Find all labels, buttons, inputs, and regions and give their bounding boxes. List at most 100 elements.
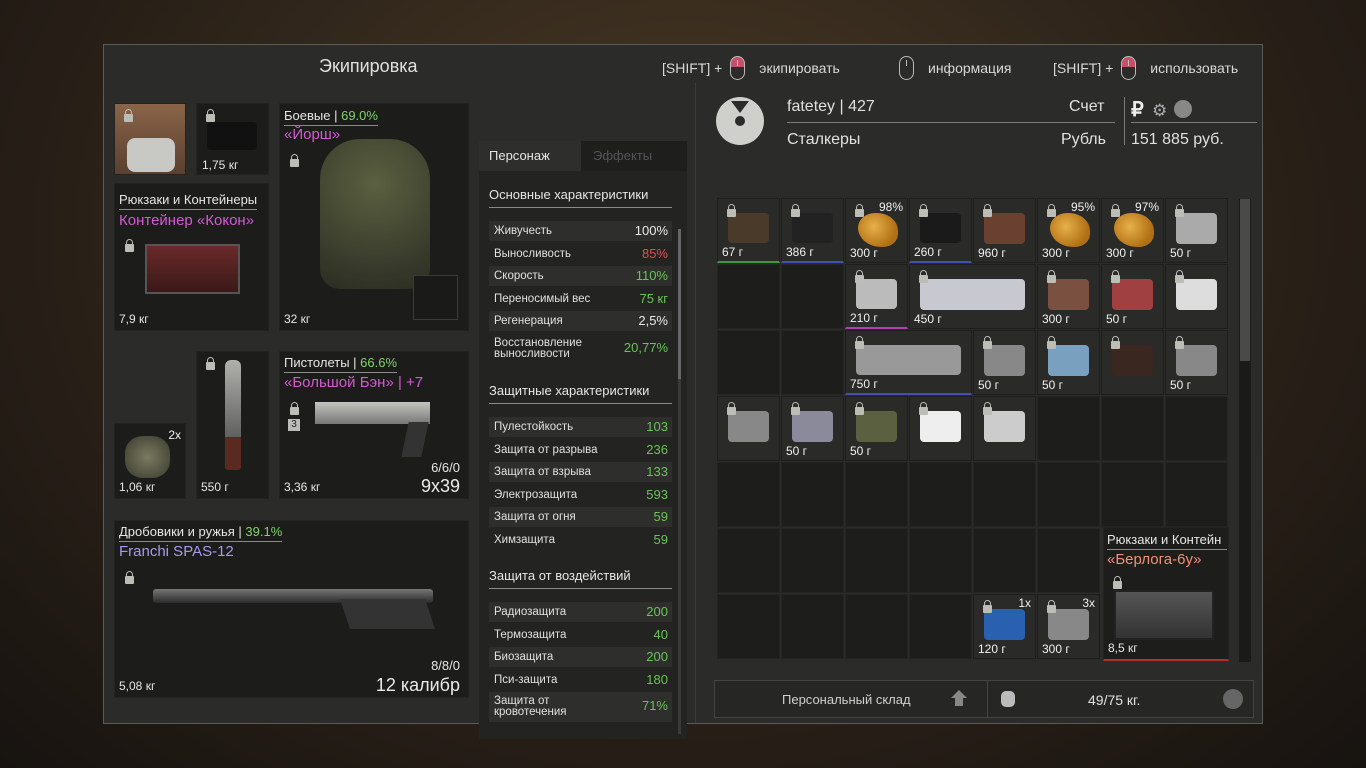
inventory-item[interactable]: 50 г	[845, 396, 908, 461]
lock-icon	[855, 270, 864, 283]
impact-stats-title: Защита от воздействий	[489, 568, 672, 589]
inventory-cell[interactable]	[845, 528, 908, 593]
inventory-cell[interactable]	[1165, 462, 1228, 527]
inventory-item[interactable]	[717, 396, 780, 461]
lock-icon	[1047, 336, 1056, 349]
inventory-item[interactable]: 50 г	[1101, 264, 1164, 329]
inventory-cell[interactable]	[781, 594, 844, 659]
inventory-item[interactable]: 50 г	[973, 330, 1036, 395]
inventory-item[interactable]: 120 г 1x	[973, 594, 1036, 659]
grenade-icon	[125, 436, 170, 478]
equipment-window: Экипировка [SHIFT] + экипировать информа…	[103, 44, 1263, 739]
inventory-cell[interactable]	[845, 594, 908, 659]
face-slot[interactable]	[114, 103, 186, 175]
inventory-cell[interactable]	[717, 528, 780, 593]
upload-icon[interactable]	[951, 690, 967, 706]
lock-icon	[125, 239, 134, 252]
inventory-cell[interactable]	[781, 330, 844, 395]
inventory-cell[interactable]	[717, 264, 780, 329]
upgrade-level-badge: 3	[288, 419, 300, 431]
lock-icon	[290, 154, 299, 167]
inventory-cell[interactable]	[973, 528, 1036, 593]
inventory-item[interactable]: 50 г	[1165, 330, 1228, 395]
stat-row: Защита от кровотечения 71%	[489, 692, 672, 722]
lock-icon	[919, 204, 928, 217]
grenade-slot[interactable]: 2x 1,06 кг	[114, 423, 186, 499]
inventory-item[interactable]: 300 г	[1037, 264, 1100, 329]
lock-icon	[124, 109, 133, 122]
backpack-slot[interactable]: Рюкзаки и Контейнеры Контейнер «Кокон» 7…	[114, 183, 269, 331]
shotgun-slot[interactable]: Дробовики и ружья | 39.1% Franchi SPAS-1…	[114, 520, 469, 698]
inventory-item[interactable]	[1165, 264, 1228, 329]
inventory-item[interactable]	[1101, 330, 1164, 395]
inventory-cell[interactable]	[1165, 396, 1228, 461]
inventory-cell[interactable]	[1101, 462, 1164, 527]
lock-icon	[727, 402, 736, 415]
inventory-item[interactable]: 300 г 98%	[845, 198, 908, 263]
stat-row: Химзащита 59	[494, 532, 668, 547]
inventory-cell[interactable]	[717, 462, 780, 527]
armor-module-slot[interactable]	[413, 275, 458, 320]
inventory-item[interactable]: 960 г	[973, 198, 1036, 263]
pistol-slot[interactable]: Пистолеты | 66.6% «Большой Бэн» | +7 3 3…	[279, 351, 469, 499]
inventory-cell[interactable]	[781, 462, 844, 527]
inventory-item[interactable]: 67 г	[717, 198, 780, 263]
inventory-item[interactable]: 260 г	[909, 198, 972, 263]
inventory-item[interactable]: 300 г 95%	[1037, 198, 1100, 263]
item-icon	[728, 213, 769, 243]
faction: Сталкеры	[787, 131, 861, 148]
detector-slot[interactable]: 1,75 кг	[196, 103, 269, 175]
inventory-item[interactable]: 386 г	[781, 198, 844, 263]
inventory-item[interactable]: 750 г	[845, 330, 972, 395]
lock-icon	[1113, 576, 1122, 589]
inventory-cell[interactable]	[973, 462, 1036, 527]
stat-row: Биозащита 200	[489, 647, 672, 667]
item-icon	[792, 213, 833, 243]
item-icon	[858, 213, 898, 247]
mouse-left-icon	[730, 56, 746, 80]
mouse-icon	[899, 56, 914, 80]
inventory-cell[interactable]	[845, 462, 908, 527]
inventory-cell[interactable]	[909, 594, 972, 659]
trash-icon[interactable]	[1223, 689, 1243, 709]
inventory-cell[interactable]	[717, 594, 780, 659]
inventory-scrollbar[interactable]	[1239, 199, 1251, 662]
item-icon	[1048, 345, 1089, 376]
inventory-item[interactable]: 450 г	[909, 264, 1036, 329]
item-icon	[984, 609, 1025, 640]
lock-icon	[1111, 204, 1120, 217]
coin-icon[interactable]	[1174, 100, 1192, 118]
item-icon	[1112, 345, 1153, 376]
item-icon	[1112, 279, 1153, 310]
inventory-cell[interactable]	[1037, 396, 1100, 461]
armor-slot[interactable]: Боевые | 69.0% «Йорш» 32 кг	[279, 103, 469, 331]
inventory-item[interactable]	[909, 396, 972, 461]
equipment-panel: 1,75 кг Рюкзаки и Контейнеры Контейнер «…	[104, 83, 696, 739]
inventory-cell[interactable]	[781, 528, 844, 593]
ruble-icon[interactable]: ₽	[1131, 97, 1144, 122]
inventory-cell[interactable]	[909, 528, 972, 593]
lock-icon	[1111, 336, 1120, 349]
inventory-item[interactable]: 50 г	[781, 396, 844, 461]
inventory-backpack[interactable]: Рюкзаки и Контейн «Берлога-6у» 8,5 кг	[1103, 527, 1229, 661]
inventory-cell[interactable]	[1037, 462, 1100, 527]
main-stats-title: Основные характеристики	[489, 187, 672, 208]
inventory-item[interactable]: 210 г	[845, 264, 908, 329]
item-icon	[984, 213, 1025, 244]
personal-storage-button[interactable]: Персональный склад	[782, 692, 911, 707]
player-name: fatetey | 427	[787, 98, 875, 115]
inventory-item[interactable]: 50 г	[1165, 198, 1228, 263]
inventory-item[interactable]: 300 г 3x	[1037, 594, 1100, 659]
lock-icon	[919, 270, 928, 283]
stats-scrollbar[interactable]	[678, 229, 681, 734]
inventory-cell[interactable]	[909, 462, 972, 527]
inventory-cell[interactable]	[781, 264, 844, 329]
inventory-cell[interactable]	[1037, 528, 1100, 593]
knife-slot[interactable]: 550 г	[196, 351, 269, 499]
gear-icon[interactable]: ⚙	[1152, 101, 1167, 121]
inventory-item[interactable]	[973, 396, 1036, 461]
inventory-item[interactable]: 300 г 97%	[1101, 198, 1164, 263]
inventory-cell[interactable]	[717, 330, 780, 395]
inventory-item[interactable]: 50 г	[1037, 330, 1100, 395]
inventory-cell[interactable]	[1101, 396, 1164, 461]
